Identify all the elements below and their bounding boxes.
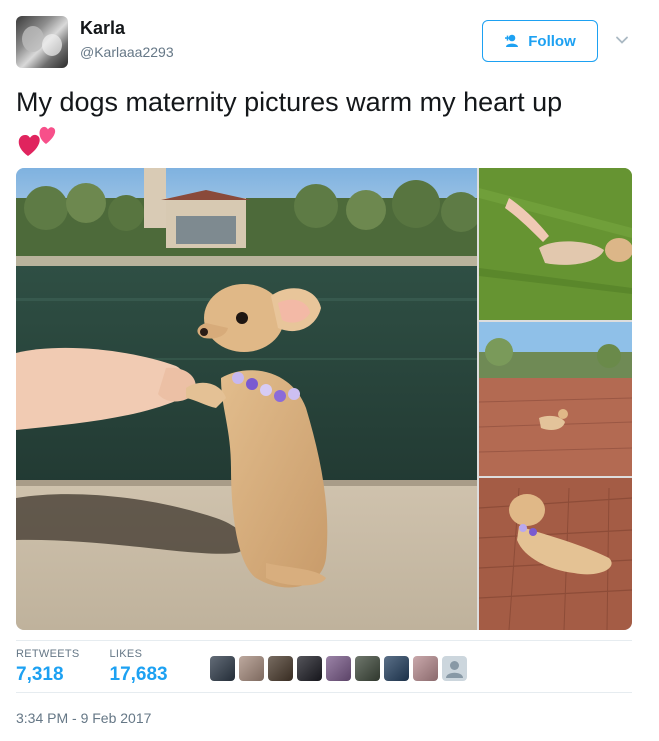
liker-avatar[interactable] [384, 656, 409, 681]
avatar[interactable] [16, 16, 68, 68]
liker-avatar[interactable] [239, 656, 264, 681]
photo-main[interactable] [16, 168, 477, 630]
likes-label: LIKES [109, 648, 143, 660]
two-hearts-icon [16, 122, 58, 160]
divider [16, 692, 632, 693]
likes-count: 17,683 [109, 664, 168, 685]
liker-avatar[interactable] [326, 656, 351, 681]
liker-avatar[interactable] [355, 656, 380, 681]
follow-button[interactable]: Follow [482, 20, 598, 62]
avatar-shape [22, 26, 44, 52]
photo-bricks[interactable] [479, 478, 632, 630]
follow-button-label: Follow [528, 32, 576, 50]
liker-avatar[interactable] [297, 656, 322, 681]
photo-plaza[interactable] [479, 322, 632, 476]
avatar-shape [42, 34, 62, 56]
add-user-icon [504, 34, 522, 48]
liker-avatar[interactable] [413, 656, 438, 681]
tweet-timestamp[interactable]: 3:34 PM - 9 Feb 2017 [16, 710, 151, 726]
liker-avatar[interactable] [210, 656, 235, 681]
tweet-text: My dogs maternity pictures warm my heart… [16, 87, 563, 117]
tweet-stats: RETWEETS 7,318 LIKES 17,683 [16, 648, 168, 686]
liker-avatar[interactable] [442, 656, 467, 681]
likes-stat[interactable]: LIKES 17,683 [110, 648, 168, 686]
liker-avatars [210, 656, 467, 681]
chevron-down-icon[interactable] [614, 32, 630, 48]
display-name[interactable]: Karla [80, 18, 125, 39]
liker-avatar[interactable] [268, 656, 293, 681]
user-handle[interactable]: @Karlaaa2293 [80, 44, 174, 60]
media-grid[interactable] [16, 168, 632, 630]
retweets-stat[interactable]: RETWEETS 7,318 [16, 648, 80, 686]
photo-grass[interactable] [479, 168, 632, 320]
retweets-count: 7,318 [16, 664, 64, 685]
divider [16, 640, 632, 641]
retweets-label: RETWEETS [16, 648, 80, 660]
